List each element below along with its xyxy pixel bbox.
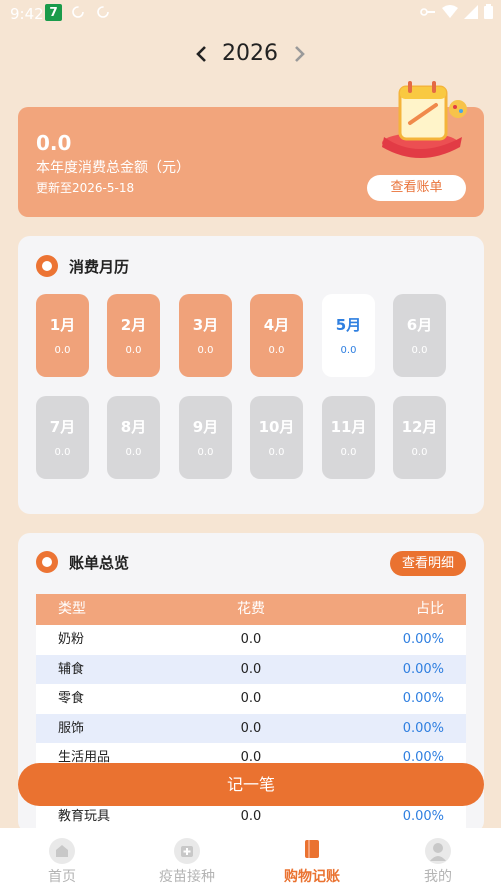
- table-row: 奶粉 0.0 0.00%: [36, 625, 466, 655]
- month-cell-1[interactable]: 1月 0.0: [36, 294, 89, 377]
- add-record-button[interactable]: 记一笔: [18, 763, 484, 806]
- row-ratio: 0.00%: [402, 691, 444, 706]
- month-value: 0.0: [268, 345, 285, 356]
- row-cost: 0.0: [240, 691, 262, 706]
- radio-dot-icon: [36, 551, 58, 573]
- month-name: 4月: [263, 316, 290, 334]
- header-ratio: 占比: [416, 601, 444, 617]
- month-name: 6月: [406, 316, 433, 334]
- ledger-icon: [299, 838, 325, 864]
- battery-icon: [484, 4, 493, 19]
- row-cost: 0.0: [240, 632, 262, 647]
- month-cell-6[interactable]: 6月 0.0: [393, 294, 446, 377]
- wifi-icon: [442, 4, 458, 18]
- month-name: 12月: [401, 418, 438, 436]
- nav-label: 首页: [48, 869, 76, 885]
- sync-icon: [96, 5, 110, 19]
- home-icon: [49, 838, 75, 864]
- sync-icon: [71, 5, 85, 19]
- radio-dot-icon: [36, 255, 58, 277]
- row-cost: 0.0: [240, 661, 262, 677]
- month-value: 0.0: [54, 447, 71, 458]
- month-value: 0.0: [197, 447, 214, 458]
- month-name: 7月: [49, 418, 76, 436]
- month-cell-12[interactable]: 12月 0.0: [393, 396, 446, 479]
- month-name: 9月: [192, 418, 219, 436]
- updated-date: 更新至2026-5-18: [36, 181, 135, 195]
- status-icons: [420, 4, 493, 19]
- month-value: 0.0: [340, 345, 357, 356]
- month-name: 1月: [49, 316, 76, 334]
- app-badge-icon: 7: [45, 4, 62, 21]
- month-value: 0.0: [411, 447, 428, 458]
- month-value: 0.0: [197, 345, 214, 356]
- month-cell-9[interactable]: 9月 0.0: [179, 396, 232, 479]
- profile-icon: [425, 838, 451, 864]
- month-value: 0.0: [125, 447, 142, 458]
- consumption-calendar-panel: 消费月历 1月 0.0 2月 0.0 3月 0.0 4月 0.0 5月 0.0 …: [18, 236, 484, 514]
- annual-total-amount: 0.0: [36, 131, 72, 155]
- chevron-right-icon[interactable]: [289, 40, 309, 68]
- row-ratio: 0.00%: [402, 661, 444, 677]
- month-value: 0.0: [125, 345, 142, 356]
- month-value: 0.0: [411, 345, 428, 356]
- month-cell-11[interactable]: 11月 0.0: [322, 396, 375, 479]
- month-value: 0.0: [54, 345, 71, 356]
- nav-label: 我的: [424, 869, 452, 885]
- table-header: 类型 花费 占比: [36, 594, 466, 625]
- view-bill-button[interactable]: 查看账单: [367, 175, 466, 201]
- row-type: 服饰: [58, 720, 85, 736]
- month-cell-2[interactable]: 2月 0.0: [107, 294, 160, 377]
- month-value: 0.0: [268, 447, 285, 458]
- month-cell-7[interactable]: 7月 0.0: [36, 396, 89, 479]
- header-type: 类型: [58, 601, 86, 617]
- table-row: 零食 0.0 0.00%: [36, 684, 466, 714]
- month-name: 8月: [120, 418, 147, 436]
- year-label: 2026: [222, 41, 278, 66]
- row-type: 辅食: [58, 661, 85, 677]
- nav-item-vaccine[interactable]: 疫苗接种: [142, 828, 232, 891]
- nav-item-ledger[interactable]: 购物记账: [267, 828, 357, 891]
- month-cell-4[interactable]: 4月 0.0: [250, 294, 303, 377]
- status-time: 9:42: [10, 5, 44, 23]
- vaccine-icon: [174, 838, 200, 864]
- view-details-button[interactable]: 查看明细: [390, 551, 466, 576]
- bill-overview-title: 账单总览: [69, 554, 130, 572]
- month-name: 11月: [330, 418, 367, 436]
- month-cell-8[interactable]: 8月 0.0: [107, 396, 160, 479]
- annual-total-label: 本年度消费总金额（元）: [36, 160, 190, 176]
- bottom-nav: 首页 疫苗接种 购物记账 我的: [0, 828, 501, 891]
- nav-label: 购物记账: [284, 869, 340, 885]
- month-name: 3月: [192, 316, 219, 334]
- month-cell-5[interactable]: 5月 0.0: [322, 294, 375, 377]
- row-ratio: 0.00%: [402, 632, 444, 647]
- row-cost: 0.0: [240, 720, 262, 736]
- month-value: 0.0: [340, 447, 357, 458]
- signal-icon: [464, 4, 478, 19]
- table-row: 服饰 0.0 0.00%: [36, 713, 466, 743]
- calendar-illustration-icon: [378, 77, 474, 163]
- row-ratio: 0.00%: [402, 720, 444, 736]
- month-name: 5月: [335, 316, 362, 334]
- chevron-left-icon[interactable]: [192, 40, 212, 68]
- header-cost: 花费: [237, 601, 265, 617]
- nav-label: 疫苗接种: [159, 869, 215, 885]
- month-name: 10月: [258, 418, 295, 436]
- table-row: 辅食 0.0 0.00%: [36, 654, 466, 684]
- annual-summary-card: 0.0 本年度消费总金额（元） 更新至2026-5-18 查看账单: [18, 81, 484, 217]
- row-type: 零食: [58, 691, 85, 706]
- calendar-title: 消费月历: [69, 258, 130, 276]
- month-cell-3[interactable]: 3月 0.0: [179, 294, 232, 377]
- status-bar: 9:42 7: [0, 0, 501, 28]
- key-icon: [420, 7, 435, 16]
- month-cell-10[interactable]: 10月 0.0: [250, 396, 303, 479]
- nav-item-home[interactable]: 首页: [17, 828, 107, 891]
- nav-item-profile[interactable]: 我的: [393, 828, 483, 891]
- row-type: 奶粉: [58, 632, 85, 647]
- year-switcher: 2026: [0, 36, 501, 72]
- month-name: 2月: [120, 316, 147, 334]
